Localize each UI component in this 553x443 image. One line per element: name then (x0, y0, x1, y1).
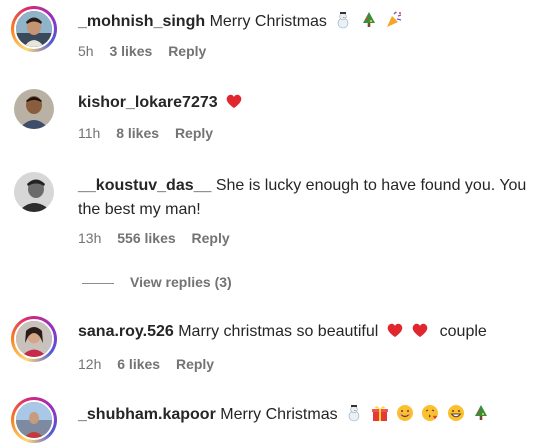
comment-time: 11h (78, 125, 101, 141)
reply-button[interactable]: Reply (175, 125, 213, 141)
view-replies-button[interactable]: View replies (3) (82, 273, 232, 291)
comment-username[interactable]: _mohnish_singh (78, 13, 205, 30)
comment-text: Marry christmas so beautiful (178, 323, 379, 340)
heart-icon (412, 323, 428, 337)
avatar-photo (14, 89, 54, 129)
avatar[interactable] (14, 89, 54, 129)
gift-icon (371, 406, 388, 421)
christmas-tree-icon (362, 12, 375, 27)
snowman-icon (348, 405, 360, 422)
grin-icon (447, 405, 464, 421)
comment-likes[interactable]: 556 likes (117, 230, 175, 246)
comment-likes[interactable]: 6 likes (117, 356, 160, 372)
comment-text-end: couple (439, 323, 487, 340)
avatar[interactable] (14, 172, 54, 212)
view-replies-label: View replies (3) (130, 274, 232, 290)
comment-text: Merry Christmas (220, 406, 338, 423)
heart-icon (226, 94, 242, 108)
comment-username[interactable]: sana.roy.526 (78, 323, 174, 340)
snowman-icon (338, 12, 349, 29)
comment-time: 5h (78, 43, 94, 59)
kiss-icon (422, 405, 439, 421)
replies-divider (82, 282, 114, 284)
comment-likes[interactable]: 8 likes (116, 125, 159, 141)
avatar-photo (16, 11, 52, 47)
smile-icon (396, 405, 413, 421)
christmas-tree-icon (475, 405, 488, 420)
comment-username[interactable]: kishor_lokare7273 (78, 94, 218, 111)
comment-username[interactable]: __koustuv_das__ (78, 177, 211, 194)
heart-icon (387, 323, 403, 337)
reply-button[interactable]: Reply (176, 356, 214, 372)
avatar-photo (16, 402, 52, 438)
comment-username[interactable]: _shubham.kapoor (78, 406, 216, 423)
avatar[interactable] (11, 397, 57, 443)
avatar[interactable] (11, 316, 57, 362)
comment-text: Merry Christmas (209, 13, 327, 30)
reply-button[interactable]: Reply (168, 43, 206, 59)
party-popper-icon (387, 11, 402, 27)
comment-likes[interactable]: 3 likes (109, 43, 152, 59)
avatar[interactable] (11, 6, 57, 52)
comment-time: 13h (78, 230, 102, 246)
avatar-photo (16, 321, 52, 357)
avatar-photo (14, 172, 54, 212)
reply-button[interactable]: Reply (192, 230, 230, 246)
comment-time: 12h (78, 356, 102, 372)
